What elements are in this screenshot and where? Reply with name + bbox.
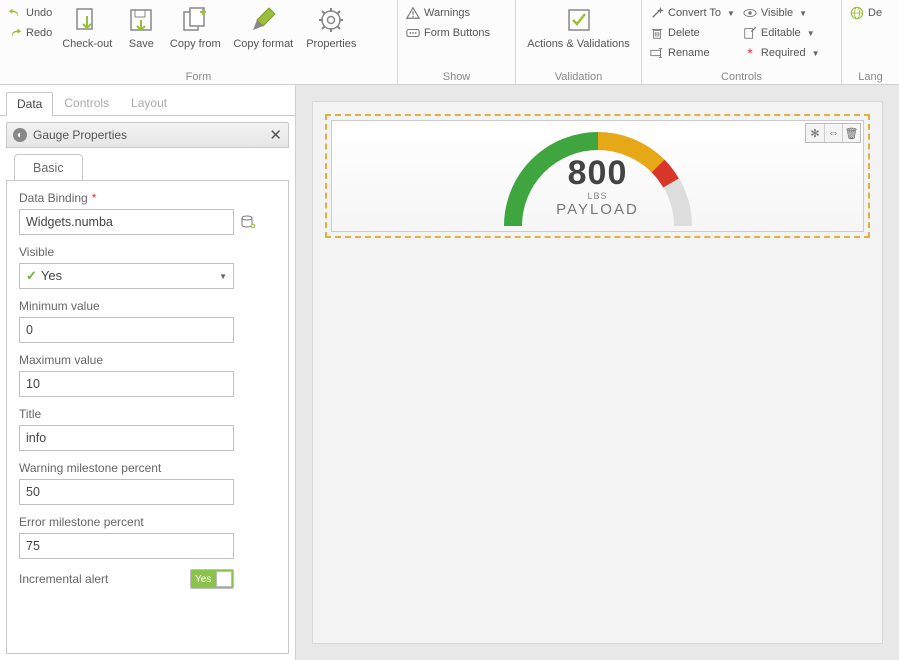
ribbon-group-lang: Lang	[846, 69, 895, 84]
rename-button[interactable]: Rename	[648, 44, 737, 62]
form-buttons-icon	[406, 26, 420, 40]
gear-icon	[317, 6, 345, 34]
tab-layout[interactable]: Layout	[120, 91, 178, 115]
copy-format-button[interactable]: Copy format	[226, 2, 300, 69]
ribbon-group-controls: Controls	[646, 69, 837, 84]
widget-toolbar: ✻ ⇔ 🗑	[805, 123, 861, 143]
warning-icon	[406, 6, 420, 20]
ribbon-group-form: Form	[4, 69, 393, 84]
subtab-basic[interactable]: Basic	[14, 154, 83, 181]
ribbon: Undo Redo Check-out Save Copy from	[0, 0, 899, 85]
check-icon: ✓	[26, 268, 37, 283]
warn-label: Warning milestone percent	[19, 461, 276, 475]
undo-icon	[8, 6, 22, 20]
title-label: Title	[19, 407, 276, 421]
panel-header: ◐ Gauge Properties ✕	[6, 122, 289, 148]
gauge-widget[interactable]: ✻ ⇔ 🗑	[331, 120, 864, 232]
max-input[interactable]	[19, 371, 234, 397]
validate-icon	[565, 6, 593, 34]
properties-panel: Data Controls Layout ◐ Gauge Properties …	[0, 85, 296, 660]
gauge-unit: LBS	[493, 191, 703, 201]
panel-title: Gauge Properties	[33, 128, 127, 142]
copy-from-icon	[181, 6, 209, 34]
delete-button[interactable]: Delete	[648, 24, 737, 42]
checkout-icon	[73, 6, 101, 34]
err-input[interactable]	[19, 533, 234, 559]
properties-button[interactable]: Properties	[300, 2, 362, 69]
design-canvas[interactable]: ✻ ⇔ 🗑	[312, 101, 883, 644]
incremental-label: Incremental alert	[19, 572, 108, 586]
max-label: Maximum value	[19, 353, 276, 367]
rename-icon	[650, 46, 664, 60]
visible-select[interactable]: ✓Yes ▼	[19, 263, 234, 289]
warn-input[interactable]	[19, 479, 234, 505]
required-marker: *	[92, 191, 97, 205]
save-icon	[127, 6, 155, 34]
ribbon-group-show: Show	[402, 69, 511, 84]
widget-delete-icon[interactable]: 🗑	[842, 124, 860, 142]
close-icon[interactable]: ✕	[269, 126, 282, 144]
gauge-widget-selection[interactable]: ✻ ⇔ 🗑	[325, 114, 870, 238]
data-source-icon[interactable]	[240, 214, 256, 230]
copy-from-button[interactable]: Copy from	[164, 2, 226, 69]
warnings-button[interactable]: Warnings	[404, 4, 492, 22]
undo-button[interactable]: Undo	[6, 4, 54, 22]
editable-button[interactable]: Editable▼	[741, 24, 822, 42]
visible-button[interactable]: Visible▼	[741, 4, 822, 22]
chevron-down-icon: ▼	[219, 272, 227, 281]
asterisk-icon: *	[743, 45, 757, 61]
data-binding-label: Data Binding	[19, 191, 88, 205]
actions-validations-button[interactable]: Actions & Validations	[520, 2, 637, 69]
wand-icon	[650, 6, 664, 20]
eye-icon	[743, 6, 757, 20]
brush-icon	[249, 6, 277, 34]
min-input[interactable]	[19, 317, 234, 343]
title-input[interactable]	[19, 425, 234, 451]
edit-icon	[743, 26, 757, 40]
gauge-visual: 800 LBS PAYLOAD	[493, 126, 703, 231]
checkout-button[interactable]: Check-out	[56, 2, 118, 69]
tab-controls[interactable]: Controls	[53, 91, 120, 115]
redo-icon	[8, 26, 22, 40]
data-binding-input[interactable]	[19, 209, 234, 235]
widget-move-icon[interactable]: ⇔	[824, 124, 842, 142]
gauge-icon: ◐	[13, 128, 27, 142]
widget-settings-icon[interactable]: ✻	[806, 124, 824, 142]
err-label: Error milestone percent	[19, 515, 276, 529]
language-button[interactable]: De	[848, 4, 884, 22]
tab-data[interactable]: Data	[6, 92, 53, 116]
save-button[interactable]: Save	[118, 2, 164, 69]
required-button[interactable]: * Required▼	[741, 44, 822, 62]
convert-to-button[interactable]: Convert To▼	[648, 4, 737, 22]
min-label: Minimum value	[19, 299, 276, 313]
visible-label: Visible	[19, 245, 276, 259]
ribbon-group-validation: Validation	[520, 69, 637, 84]
gauge-title: PAYLOAD	[493, 201, 703, 218]
redo-button[interactable]: Redo	[6, 24, 54, 42]
globe-icon	[850, 6, 864, 20]
form-buttons-button[interactable]: Form Buttons	[404, 24, 492, 42]
incremental-toggle[interactable]: Yes	[190, 569, 234, 589]
trash-icon	[650, 26, 664, 40]
gauge-value: 800	[493, 154, 703, 193]
